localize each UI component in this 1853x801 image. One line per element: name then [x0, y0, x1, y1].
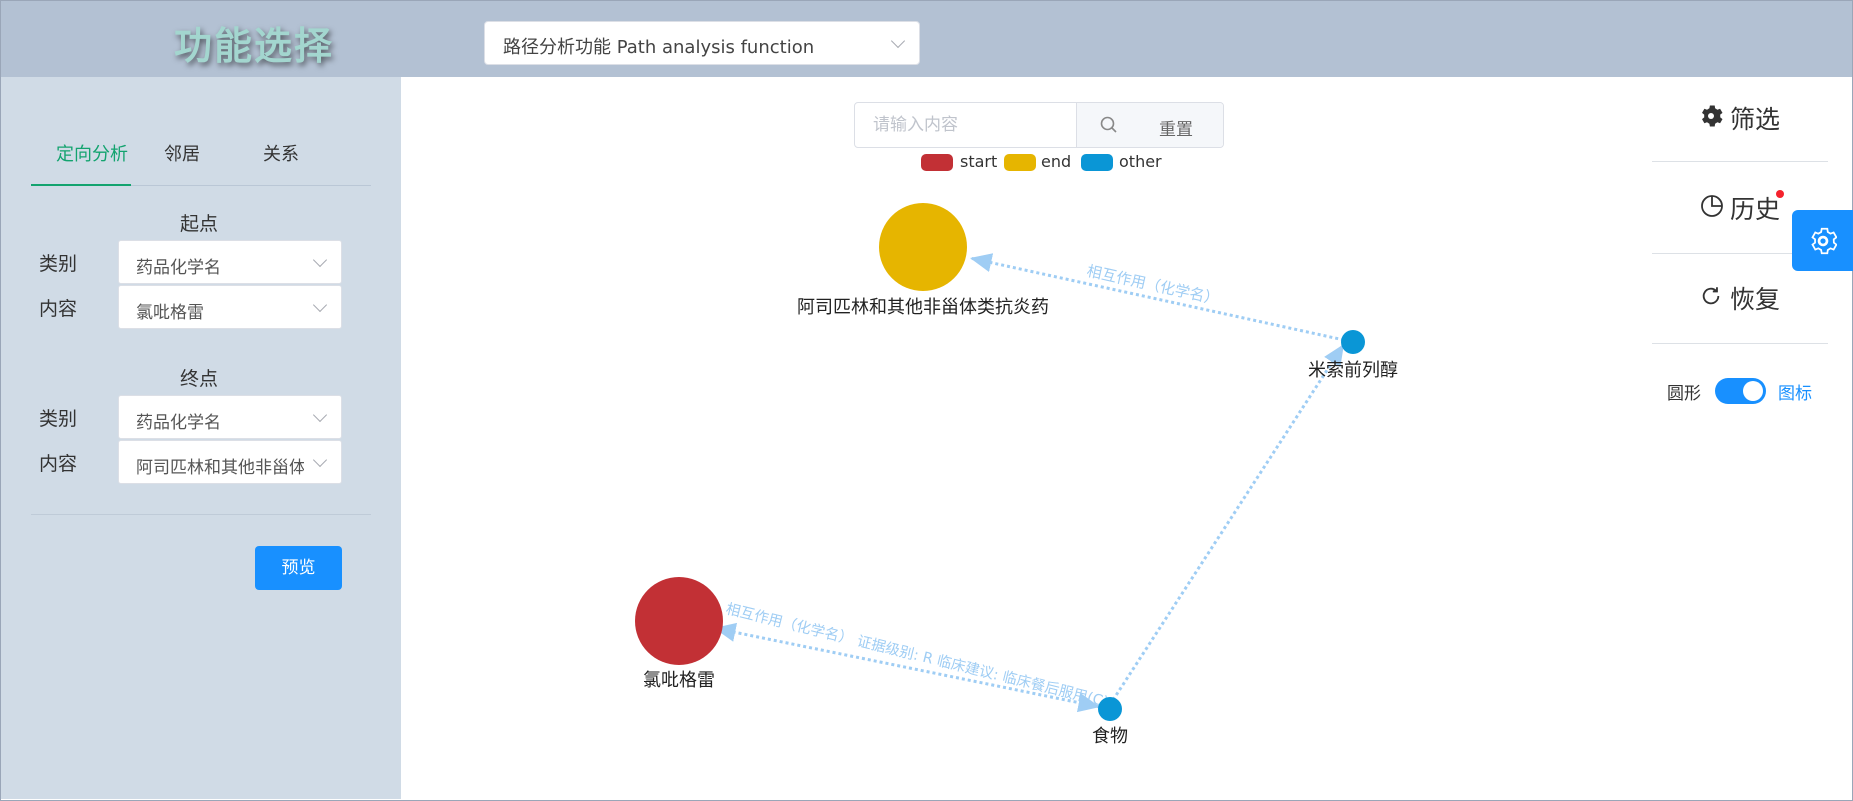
start-category-value: 药品化学名 [136, 258, 221, 278]
restore-label: 恢复 [1730, 285, 1781, 314]
right-panel-divider [1652, 161, 1828, 162]
end-content-select[interactable]: 阿司匹林和其他非甾体类抗炎药 [118, 440, 342, 484]
settings-drawer-button[interactable] [1792, 210, 1853, 271]
chevron-down-icon [312, 297, 328, 313]
shape-toggle-switch[interactable] [1715, 378, 1766, 404]
notification-dot [1776, 190, 1784, 198]
function-select-value: 路径分析功能 Path analysis function [503, 37, 815, 58]
search-icon[interactable] [1100, 116, 1118, 138]
chevron-down-icon [312, 452, 328, 468]
chevron-down-icon [890, 33, 906, 49]
right-panel-divider [1652, 343, 1828, 344]
legend-other-swatch [1081, 154, 1113, 171]
refresh-icon [1700, 285, 1722, 311]
end-category-select[interactable]: 药品化学名 [118, 395, 342, 439]
restore-button[interactable]: 恢复 [1652, 270, 1828, 340]
tab-active-underline [31, 184, 131, 186]
legend-end-label: end [1041, 152, 1072, 171]
search-reset-group: 重置 [1077, 103, 1223, 147]
filter-button[interactable]: 筛选 [1652, 90, 1828, 160]
toggle-icon-label: 图标 [1778, 384, 1812, 404]
chevron-down-icon [312, 407, 328, 423]
tab-directional-analysis[interactable]: 定向分析 [56, 140, 128, 166]
start-category-label: 类别 [39, 253, 78, 275]
toggle-circle-label: 圆形 [1667, 384, 1701, 404]
tab-neighbors[interactable]: 邻居 [164, 140, 200, 166]
history-label: 历史 [1730, 195, 1781, 224]
legend-start-label: start [960, 152, 998, 171]
toggle-knob [1743, 381, 1763, 401]
end-section-title: 终点 [180, 368, 219, 390]
start-content-select[interactable]: 氯吡格雷 [118, 285, 342, 329]
chevron-down-icon [312, 252, 328, 268]
tab-relations[interactable]: 关系 [263, 140, 299, 166]
sidebar: 定向分析 邻居 关系 起点 类别 药品化学名 内容 氯吡格雷 终点 类别 药品化… [1, 77, 401, 799]
search-bar: 重置 [854, 102, 1224, 148]
legend-other-label: other [1119, 152, 1162, 171]
start-section-title: 起点 [180, 213, 219, 235]
reset-button[interactable]: 重置 [1159, 115, 1193, 140]
end-category-value: 药品化学名 [136, 413, 221, 433]
function-select[interactable]: 路径分析功能 Path analysis function [484, 21, 920, 65]
start-category-select[interactable]: 药品化学名 [118, 240, 342, 284]
start-content-value: 氯吡格雷 [136, 303, 204, 323]
filter-label: 筛选 [1730, 105, 1781, 134]
app-title: 功能选择 [174, 24, 335, 68]
top-bar: 功能选择 路径分析功能 Path analysis function [1, 1, 1852, 77]
gear-icon [1699, 104, 1723, 132]
legend-start-swatch [921, 154, 953, 171]
form-divider [31, 514, 371, 515]
pie-chart-icon [1700, 194, 1724, 222]
legend-end-swatch [1004, 154, 1036, 171]
search-input[interactable] [855, 103, 1077, 147]
start-content-label: 内容 [39, 298, 78, 320]
preview-button[interactable]: 预览 [255, 546, 342, 590]
end-content-label: 内容 [39, 453, 78, 475]
end-content-value: 阿司匹林和其他非甾体类抗炎药 [136, 458, 304, 478]
end-category-label: 类别 [39, 408, 78, 430]
